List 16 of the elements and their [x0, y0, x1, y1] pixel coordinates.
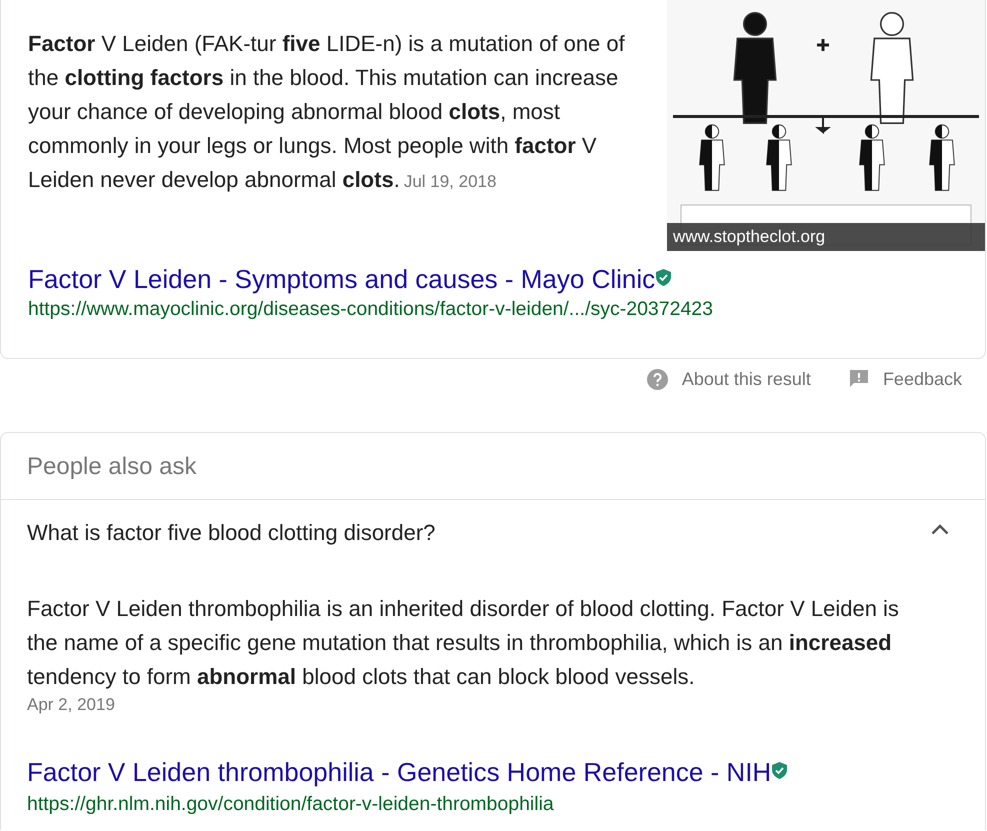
answer-text: Factor V Leiden thrombophilia is an inherited disorder of blood clotting. Factor V Leiden is the name of a specific gene mutation that results in thrombophilia, which is an increased tendency to form abnormal blood clots that can block blood vessels.: [27, 595, 900, 691]
result-title-link[interactable]: Factor V Leiden thrombophilia - Genetics Home Reference - NIH: [27, 757, 772, 787]
section-heading: People also ask: [1, 433, 985, 500]
result-url: https://ghr.nlm.nih.gov/condition/factor-v-leiden-thrombophilia: [27, 792, 555, 817]
image-caption: www.stoptheclot.org: [667, 223, 985, 251]
result-url: https://www.mayoclinic.org/diseases-conditions/factor-v-leiden/.../syc-20372423: [28, 297, 714, 322]
help-icon: [646, 368, 668, 390]
action-link[interactable]: Feedback: [848, 366, 962, 392]
answer-date: Apr 2, 2019: [27, 694, 116, 716]
feedback-icon: [848, 369, 869, 389]
action-link[interactable]: About this result: [646, 366, 811, 392]
question-toggle[interactable]: What is factor five blood clotting disorder?: [1, 500, 985, 566]
snippet-date: Jul 19, 2018: [404, 172, 496, 191]
snippet-text: Factor V Leiden (FAK-tur five LIDE-n) is a mutation of one of the clotting factors in the blood. This mutation can increase your chance of developing abnormal blood clots, most commonly in your legs or lungs. Most people with factor V Leiden never develop abnormal clots. Jul 19, 2018: [27, 30, 626, 194]
chevron-icon: [931, 524, 949, 534]
result-title-link[interactable]: Factor V Leiden - Symptoms and causes - Mayo Clinic: [28, 264, 656, 294]
